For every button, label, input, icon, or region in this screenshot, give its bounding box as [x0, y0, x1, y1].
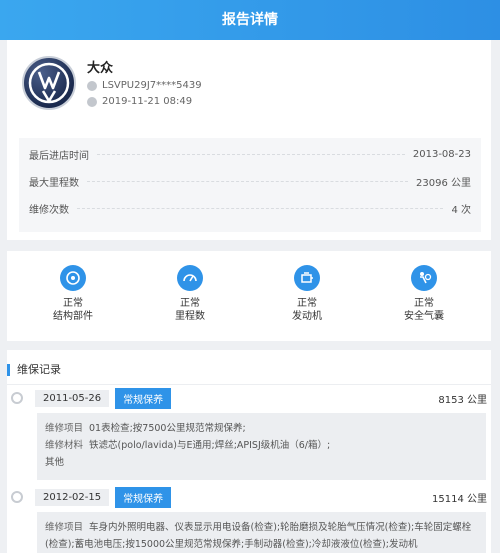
divider: [7, 384, 491, 385]
record-mileage: 8153 公里: [438, 394, 487, 406]
vin-icon: [87, 80, 97, 91]
record-other: 其他: [45, 457, 65, 468]
record-date: 2011-05-26: [35, 389, 110, 407]
status-value: 正常: [297, 298, 317, 309]
odometer-icon: [177, 265, 203, 291]
record-date: 2012-02-15: [35, 488, 110, 506]
stats-box: 最后进店时间 2013-08-23 最大里程数 23096 公里 维修次数 4 …: [19, 138, 481, 232]
record-detail: 维修项目 车身内外照明电器、仪表显示用电设备(检查);轮胎磨损及轮胎气压情况(检查…: [37, 512, 486, 553]
record-item-value: 01表检查;按7500公里规范常规保养;: [89, 423, 246, 434]
stat-label: 维修次数: [29, 204, 69, 216]
page-header: 报告详情: [0, 0, 500, 40]
timeline-dot-icon: [11, 491, 23, 503]
record-item-value: 车身内外照明电器、仪表显示用电设备(检查);轮胎磨损及轮胎气压情况(检查);车轮…: [45, 522, 472, 550]
status-value: 正常: [414, 298, 434, 309]
status-item-engine[interactable]: 正常 发动机: [267, 265, 347, 323]
record-tag: 常规保养: [115, 387, 172, 409]
record-item-line: 维修项目 车身内外照明电器、仪表显示用电设备(检查);轮胎磨损及轮胎气压情况(检查…: [45, 519, 478, 553]
record-item-key: 维修项目: [45, 423, 84, 434]
structure-icon: [60, 265, 86, 291]
stat-row: 最大里程数 23096 公里: [29, 171, 471, 191]
status-card: 正常 结构部件 正常 里程数 正常 发动机 正常 安全气囊: [7, 251, 491, 341]
dashed-divider: [77, 207, 444, 209]
status-value: 正常: [63, 298, 83, 309]
vin-text: LSVPU29J7****5439: [102, 80, 202, 91]
airbag-icon: [411, 265, 437, 291]
vin-row: LSVPU29J7****5439: [87, 80, 202, 91]
record-mileage: 15114 公里: [432, 493, 487, 505]
record-material-value: 铁滤芯(polo/lavida)与E通用;焊丝;APISJ级机油（6/箱）;: [89, 440, 331, 451]
datetime-row: 2019-11-21 08:49: [87, 96, 192, 107]
record-header[interactable]: 2012-02-15 常规保养 15114 公里: [11, 486, 487, 508]
page-title: 报告详情: [222, 12, 278, 28]
record-material-line: 维修材料 铁滤芯(polo/lavida)与E通用;焊丝;APISJ级机油（6/箱…: [45, 437, 478, 454]
stat-value: 23096 公里: [416, 177, 471, 189]
record-header[interactable]: 2011-05-26 常规保养 8153 公里: [11, 387, 487, 409]
stat-row: 最后进店时间 2013-08-23: [29, 144, 471, 164]
status-item-airbag[interactable]: 正常 安全气囊: [384, 265, 464, 323]
engine-icon: [294, 265, 320, 291]
record-item-line: 维修项目 01表检查;按7500公里规范常规保养;: [45, 420, 478, 437]
section-title: 维保记录: [7, 362, 61, 378]
datetime-text: 2019-11-21 08:49: [102, 96, 193, 107]
record-tag: 常规保养: [115, 486, 172, 508]
status-label: 发动机: [292, 311, 322, 322]
record-item-key: 维修项目: [45, 522, 84, 533]
vehicle-card: 大众 LSVPU29J7****5439 2019-11-21 08:49 最后…: [7, 40, 491, 240]
status-label: 里程数: [175, 311, 205, 322]
status-item-structure[interactable]: 正常 结构部件: [33, 265, 113, 323]
status-label: 安全气囊: [404, 311, 444, 322]
dashed-divider: [87, 180, 408, 182]
records-card: 维保记录 2011-05-26 常规保养 8153 公里 维修项目 01表检查;按…: [7, 350, 491, 553]
dashed-divider: [97, 153, 405, 155]
status-item-mileage[interactable]: 正常 里程数: [150, 265, 230, 323]
status-value: 正常: [180, 298, 200, 309]
stat-row: 维修次数 4 次: [29, 198, 471, 218]
record-material-key: 维修材料: [45, 440, 84, 451]
record-detail: 维修项目 01表检查;按7500公里规范常规保养; 维修材料 铁滤芯(polo/la…: [37, 413, 486, 480]
timeline-dot-icon: [11, 392, 23, 404]
brand-logo: [22, 56, 76, 110]
clock-icon: [87, 96, 97, 107]
stat-label: 最大里程数: [29, 177, 79, 189]
stat-value: 2013-08-23: [412, 148, 471, 160]
brand-name: 大众: [87, 61, 114, 76]
stat-label: 最后进店时间: [29, 150, 89, 162]
stat-value: 4 次: [451, 204, 471, 216]
status-label: 结构部件: [53, 311, 93, 322]
